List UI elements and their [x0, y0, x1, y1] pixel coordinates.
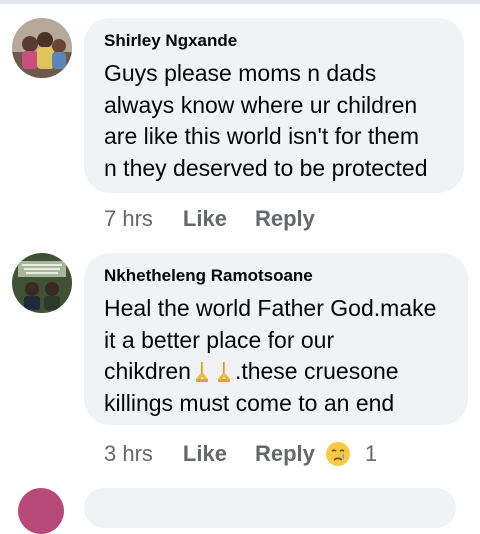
praying-hands-icon	[195, 362, 208, 382]
like-button[interactable]: Like	[183, 206, 227, 232]
comment-timestamp[interactable]: 7 hrs	[104, 206, 153, 232]
like-button[interactable]: Like	[183, 441, 227, 467]
comment-actions: 7 hrs Like Reply	[104, 204, 343, 234]
comment-text-line: chikdren	[104, 358, 191, 384]
comment-text-line: it a better place for our	[104, 326, 335, 353]
comment-bubble	[84, 488, 456, 528]
comment-text: Heal the world Father God.make it a bette…	[104, 293, 450, 419]
top-divider	[0, 0, 480, 4]
comment-author[interactable]: Shirley Ngxande	[104, 30, 446, 52]
avatar[interactable]	[12, 253, 72, 313]
comment-text-line: Heal the world Father God.make	[104, 295, 437, 321]
comment-text: Guys please moms n dads always know wher…	[104, 60, 428, 181]
comment-text-line: killings must come to an end	[104, 389, 395, 416]
comment-timestamp[interactable]: 3 hrs	[104, 441, 153, 467]
reply-button[interactable]: Reply	[255, 441, 315, 467]
comment-actions: 3 hrs Like Reply 1	[104, 439, 377, 469]
comment-text-line: .these cruesone	[234, 358, 399, 384]
reply-button[interactable]: Reply	[255, 206, 315, 232]
reaction-count[interactable]: 1	[365, 441, 377, 467]
avatar-photo	[12, 18, 72, 78]
praying-hands-icon	[217, 362, 230, 382]
comment-bubble: Shirley Ngxande Guys please moms n dads …	[84, 18, 464, 193]
avatar[interactable]	[12, 18, 72, 78]
comment-bubble: Nkhetheleng Ramotsoane Heal the world Fa…	[84, 253, 468, 425]
crying-face-icon[interactable]	[325, 441, 351, 467]
comment-author[interactable]: Nkhetheleng Ramotsoane	[104, 265, 450, 287]
avatar-photo	[12, 253, 72, 313]
